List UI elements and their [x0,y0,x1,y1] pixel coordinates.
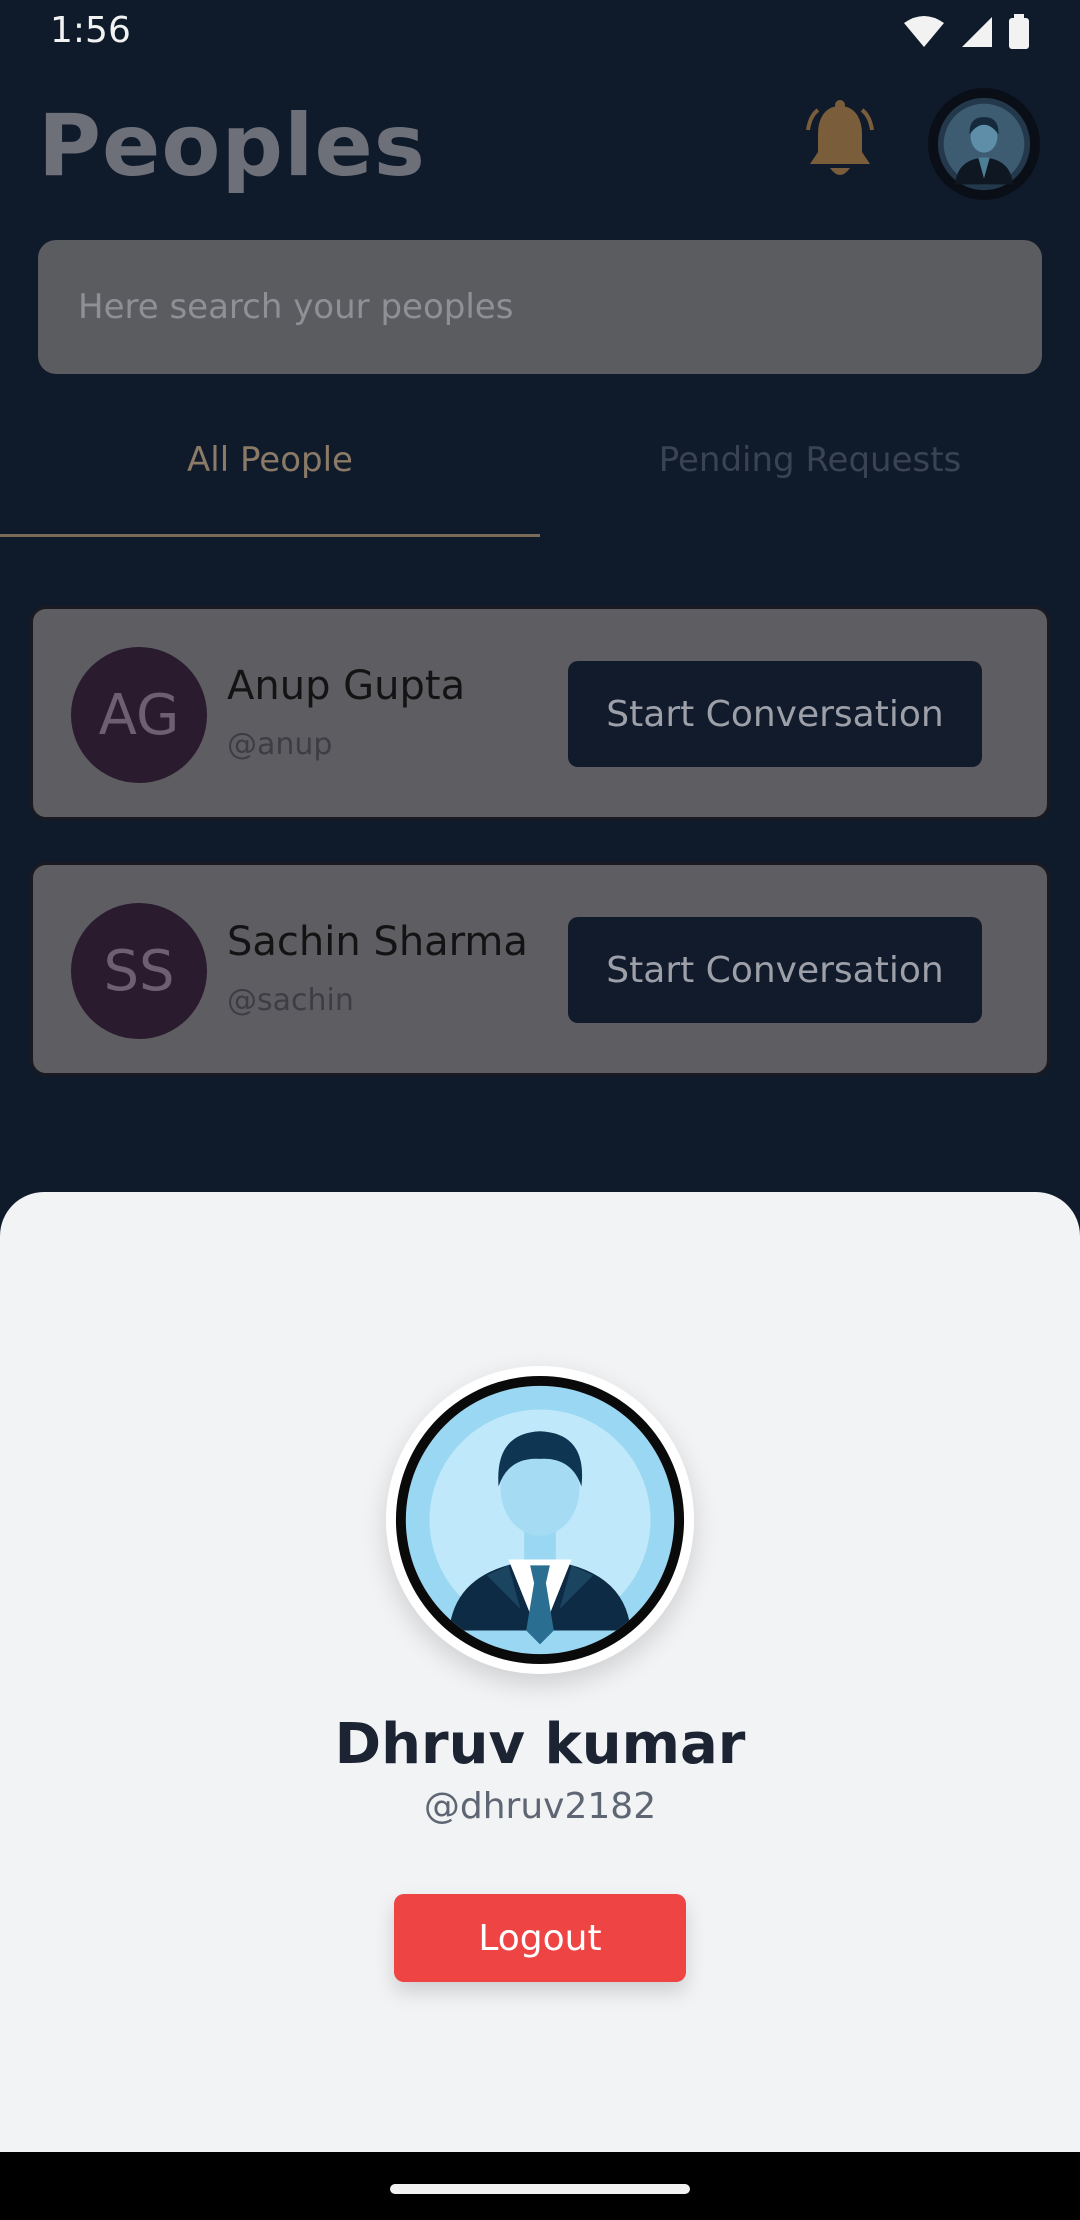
home-gesture-handle[interactable] [390,2184,690,2194]
logout-button[interactable]: Logout [394,1894,686,1982]
person-name: Sachin Sharma [227,919,528,965]
active-tab-indicator [0,534,540,537]
app-screen: 1:56 Peoples Here search your peoples Al… [0,0,1080,2220]
status-bar: 1:56 [0,0,1080,66]
battery-icon [1009,14,1029,49]
person-card: AG Anup Gupta @anup Start Conversation [30,606,1050,820]
user-avatar-icon [937,97,1031,191]
profile-name: Dhruv kumar [334,1712,746,1777]
person-avatar: AG [71,647,207,783]
person-handle: @anup [227,727,333,762]
search-bar[interactable] [38,240,1042,374]
tab-pending-requests[interactable]: Pending Requests [540,440,1080,480]
profile-bottom-sheet: Dhruv kumar @dhruv2182 Logout [0,1192,1080,2220]
profile-avatar-button[interactable] [928,88,1040,200]
tab-all-people[interactable]: All People [0,440,540,480]
profile-handle: @dhruv2182 [423,1786,657,1827]
signal-icon [962,17,992,47]
person-handle: @sachin [227,983,354,1018]
status-time: 1:56 [50,10,131,51]
page-title: Peoples [38,96,426,196]
wifi-icon [904,16,944,47]
status-icons [902,14,1030,50]
people-tabs: All People Pending Requests [0,400,1080,538]
person-card: SS Sachin Sharma @sachin Start Conversat… [30,862,1050,1076]
person-avatar: SS [71,903,207,1039]
search-input[interactable] [76,286,1042,328]
notifications-button[interactable] [804,100,876,184]
person-name: Anup Gupta [227,663,466,709]
start-conversation-button[interactable]: Start Conversation [568,917,982,1023]
user-avatar-icon [395,1375,685,1665]
profile-avatar [386,1366,694,1674]
bell-icon [806,100,874,175]
start-conversation-button[interactable]: Start Conversation [568,661,982,767]
system-navigation-bar [0,2152,1080,2220]
